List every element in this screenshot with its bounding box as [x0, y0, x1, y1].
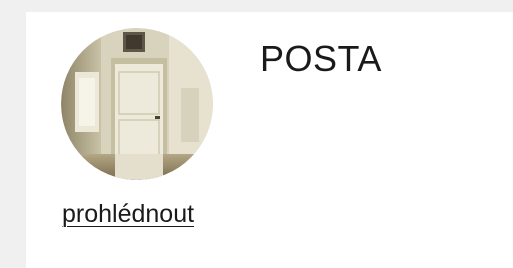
item-card: POSTA prohlédnout	[26, 12, 513, 268]
item-title: POSTA	[260, 38, 382, 79]
page: POSTA prohlédnout	[0, 0, 513, 268]
view-link[interactable]: prohlédnout	[62, 200, 194, 229]
item-thumbnail[interactable]	[61, 28, 213, 180]
